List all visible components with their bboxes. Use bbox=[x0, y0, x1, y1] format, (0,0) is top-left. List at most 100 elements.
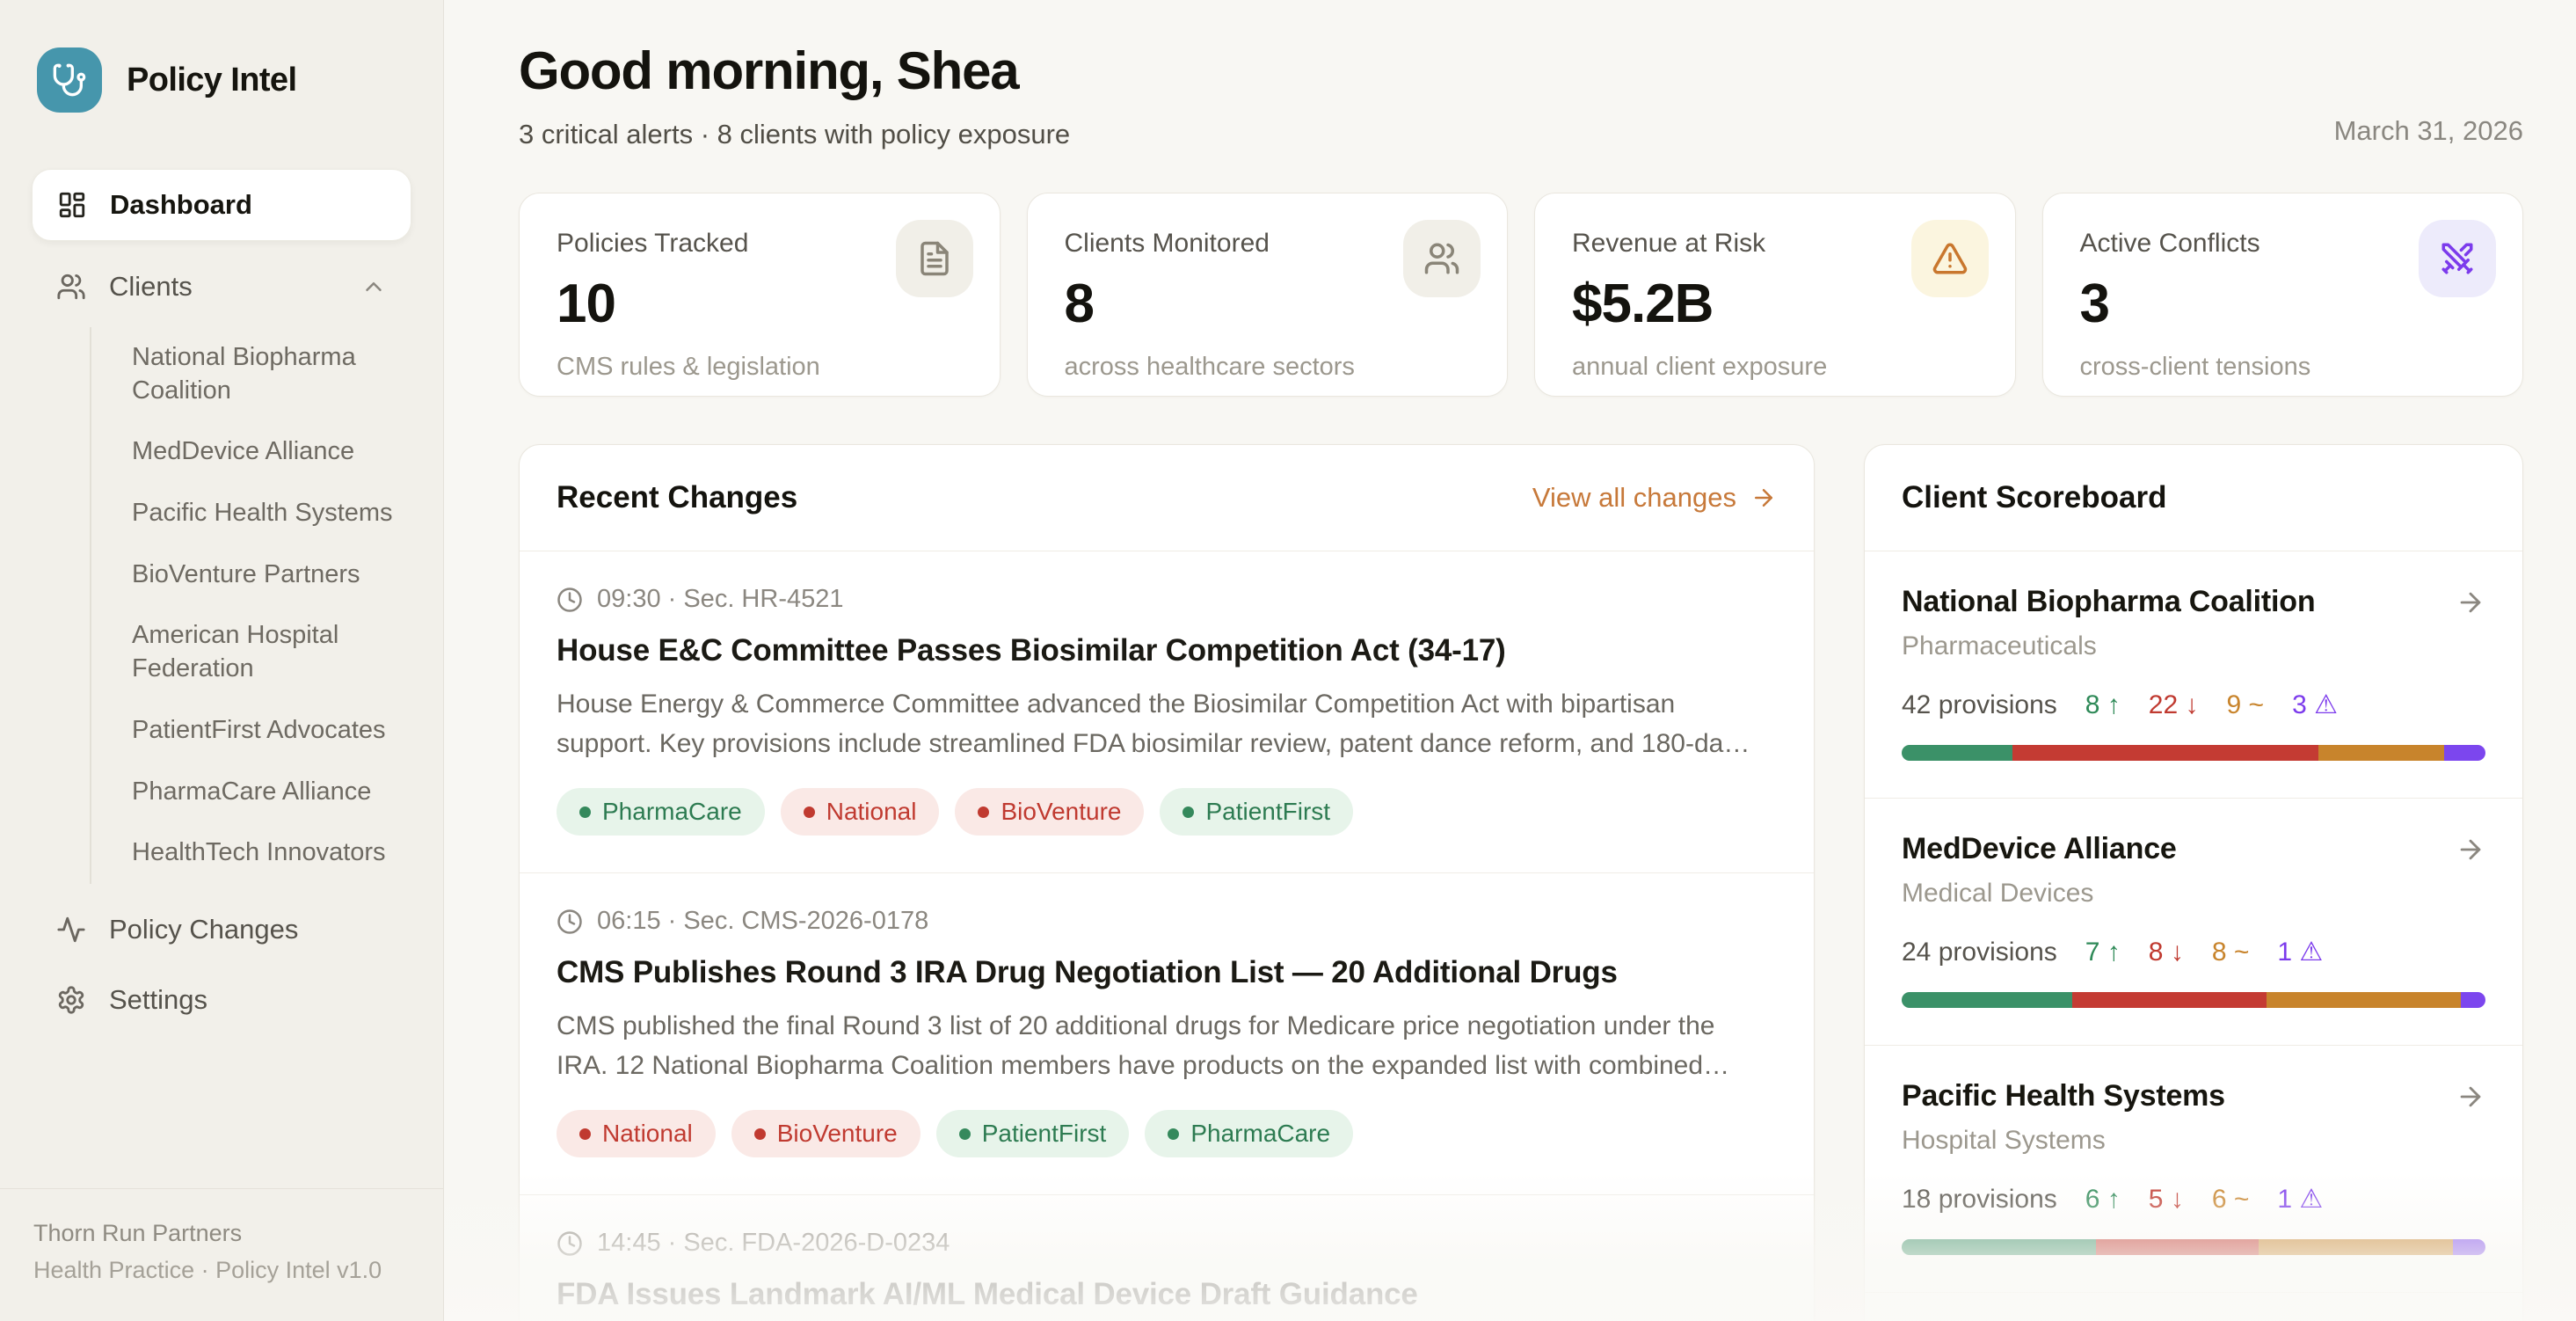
provisions-warn: 1 ⚠ bbox=[2277, 937, 2323, 967]
stethoscope-logo-icon bbox=[37, 47, 102, 113]
sidebar-item-policy-changes[interactable]: Policy Changes bbox=[32, 894, 411, 965]
stat-card-active-conflicts: Active Conflicts 3 cross-client tensions bbox=[2042, 193, 2524, 397]
view-all-label: View all changes bbox=[1532, 482, 1736, 514]
page-header: Good morning, Shea 3 critical alerts · 8… bbox=[519, 40, 2523, 150]
change-meta: 09:30 · Sec. HR-4521 bbox=[597, 585, 843, 614]
tag-label: National bbox=[602, 1120, 693, 1148]
arrow-right-icon bbox=[2456, 588, 2485, 617]
sidebar-client-item[interactable]: PharmaCare Alliance bbox=[132, 762, 411, 823]
bar-segment bbox=[2453, 1239, 2485, 1255]
firm-name: Thorn Run Partners bbox=[33, 1215, 410, 1252]
tag-dot-icon bbox=[804, 806, 815, 818]
bar-segment bbox=[2259, 1239, 2453, 1255]
tag-dot-icon bbox=[1182, 806, 1194, 818]
client-scoreboard-title: Client Scoreboard bbox=[1902, 480, 2166, 515]
page-title: Good morning, Shea bbox=[519, 40, 1070, 101]
recent-changes-panel: Recent Changes View all changes 09:30 bbox=[519, 444, 1815, 1321]
stat-cards: Policies Tracked 10 CMS rules & legislat… bbox=[519, 193, 2523, 397]
provisions-warn: 1 ⚠ bbox=[2277, 1184, 2323, 1215]
users-icon bbox=[56, 272, 86, 302]
client-impact-tag: BioVenture bbox=[731, 1110, 921, 1157]
activity-icon bbox=[56, 915, 86, 945]
bar-segment bbox=[2444, 745, 2485, 761]
change-summary: House Energy & Commerce Committee advanc… bbox=[557, 684, 1752, 763]
provision-bar bbox=[1902, 1239, 2485, 1255]
current-date: March 31, 2026 bbox=[2334, 115, 2523, 150]
bar-segment bbox=[2461, 992, 2485, 1008]
tag-dot-icon bbox=[1168, 1128, 1179, 1140]
change-item[interactable]: 09:30 · Sec. HR-4521 House E&C Committee… bbox=[520, 551, 1814, 873]
stat-caption: across healthcare sectors bbox=[1065, 353, 1471, 382]
sidebar: Policy Intel Dashboard Clients bbox=[0, 0, 444, 1321]
change-title: CMS Publishes Round 3 IRA Drug Negotiati… bbox=[557, 955, 1777, 990]
change-summary: CMS published the final Round 3 list of … bbox=[557, 1006, 1752, 1085]
provisions-down: 8 ↓ bbox=[2149, 938, 2184, 967]
change-meta: 06:15 · Sec. CMS-2026-0178 bbox=[597, 907, 928, 936]
provisions-mixed: 8 ~ bbox=[2212, 938, 2250, 967]
provisions-count: 18 provisions bbox=[1902, 1185, 2057, 1215]
bar-segment bbox=[1902, 1239, 2096, 1255]
provision-stats: 24 provisions 7 ↑ 8 ↓ 8 ~ 1 ⚠ bbox=[1902, 937, 2485, 967]
sidebar-client-item[interactable]: American Hospital Federation bbox=[132, 605, 411, 699]
file-text-icon bbox=[896, 220, 973, 297]
bar-segment bbox=[2267, 992, 2461, 1008]
client-sector: Pharmaceuticals bbox=[1902, 631, 2485, 661]
provision-bar bbox=[1902, 745, 2485, 761]
client-scoreboard-list: National Biopharma Coalition Pharmaceuti… bbox=[1865, 551, 2522, 1321]
sidebar-item-dashboard[interactable]: Dashboard bbox=[32, 169, 411, 241]
provisions-warn: 3 ⚠ bbox=[2292, 690, 2338, 720]
sidebar-item-clients[interactable]: Clients bbox=[32, 252, 411, 322]
sidebar-nav: Dashboard Clients National Biopharma Coa… bbox=[32, 169, 411, 1035]
sidebar-client-item[interactable]: Pacific Health Systems bbox=[132, 483, 411, 544]
change-item[interactable]: 14:45 · Sec. FDA-2026-D-0234 FDA Issues … bbox=[520, 1195, 1814, 1321]
tag-label: PatientFirst bbox=[1205, 798, 1330, 826]
client-impact-tag: BioVenture bbox=[955, 788, 1144, 836]
stat-caption: CMS rules & legislation bbox=[557, 353, 963, 382]
chevron-up-icon bbox=[360, 274, 387, 300]
stat-card-clients-monitored: Clients Monitored 8 across healthcare se… bbox=[1027, 193, 1509, 397]
provisions-up: 8 ↑ bbox=[2085, 690, 2121, 720]
sidebar-item-settings[interactable]: Settings bbox=[32, 965, 411, 1035]
client-sector: Hospital Systems bbox=[1902, 1126, 2485, 1156]
view-all-changes-link[interactable]: View all changes bbox=[1532, 482, 1777, 514]
provisions-down: 5 ↓ bbox=[2149, 1185, 2184, 1215]
stat-card-revenue-at-risk: Revenue at Risk $5.2B annual client expo… bbox=[1534, 193, 2016, 397]
change-meta: 14:45 · Sec. FDA-2026-D-0234 bbox=[597, 1229, 950, 1258]
sidebar-client-item[interactable]: HealthTech Innovators bbox=[132, 822, 411, 884]
sidebar-client-item[interactable]: BioVenture Partners bbox=[132, 544, 411, 606]
recent-changes-title: Recent Changes bbox=[557, 480, 797, 515]
client-scoreboard-panel: Client Scoreboard National Biopharma Coa… bbox=[1864, 444, 2523, 1321]
app-brand: Policy Intel bbox=[32, 32, 411, 113]
tag-label: National bbox=[826, 798, 917, 826]
tag-label: BioVenture bbox=[777, 1120, 898, 1148]
sidebar-item-label: Settings bbox=[109, 984, 207, 1016]
scoreboard-row[interactable]: BioVenture Partners Oncology 28 provisio… bbox=[1865, 1293, 2522, 1321]
client-impact-tag: National bbox=[781, 788, 940, 836]
scoreboard-row[interactable]: Pacific Health Systems Hospital Systems … bbox=[1865, 1046, 2522, 1293]
stat-card-policies-tracked: Policies Tracked 10 CMS rules & legislat… bbox=[519, 193, 1001, 397]
change-title: House E&C Committee Passes Biosimilar Co… bbox=[557, 633, 1777, 668]
sidebar-item-label: Clients bbox=[109, 271, 193, 303]
dashboard-grid-icon bbox=[57, 190, 87, 220]
main-content: Good morning, Shea 3 critical alerts · 8… bbox=[444, 0, 2576, 1321]
scoreboard-row[interactable]: MedDevice Alliance Medical Devices 24 pr… bbox=[1865, 799, 2522, 1046]
client-impact-tag: National bbox=[557, 1110, 716, 1157]
sidebar-client-item[interactable]: MedDevice Alliance bbox=[132, 421, 411, 483]
provision-stats: 42 provisions 8 ↑ 22 ↓ 9 ~ 3 ⚠ bbox=[1902, 690, 2485, 720]
change-item[interactable]: 06:15 · Sec. CMS-2026-0178 CMS Publishes… bbox=[520, 873, 1814, 1195]
change-title: FDA Issues Landmark AI/ML Medical Device… bbox=[557, 1277, 1777, 1312]
client-impact-tag: PharmaCare bbox=[557, 788, 765, 836]
provisions-count: 42 provisions bbox=[1902, 690, 2057, 720]
sidebar-client-item[interactable]: National Biopharma Coalition bbox=[132, 327, 411, 421]
provisions-up: 7 ↑ bbox=[2085, 938, 2121, 967]
bar-segment bbox=[2096, 1239, 2258, 1255]
alert-triangle-icon bbox=[1911, 220, 1989, 297]
bar-segment bbox=[1902, 992, 2072, 1008]
sidebar-client-item[interactable]: PatientFirst Advocates bbox=[132, 700, 411, 762]
scoreboard-row[interactable]: National Biopharma Coalition Pharmaceuti… bbox=[1865, 551, 2522, 799]
clock-icon bbox=[557, 1230, 583, 1257]
client-name: Pacific Health Systems bbox=[1902, 1079, 2225, 1113]
change-tags: National BioVenture PatientFirst PharmaC… bbox=[557, 1110, 1777, 1157]
stat-caption: annual client exposure bbox=[1572, 353, 1978, 382]
provisions-up: 6 ↑ bbox=[2085, 1185, 2121, 1215]
